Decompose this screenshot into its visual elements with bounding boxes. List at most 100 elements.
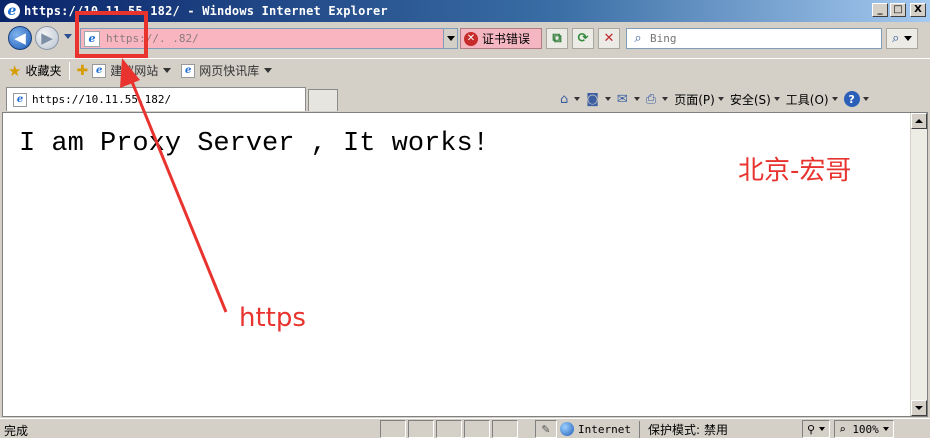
author-watermark: 北京-宏哥 [738,156,852,186]
annotation-label: https [239,303,306,333]
safety-menu[interactable]: 安全(S) [730,91,780,108]
help-icon: ? [843,91,860,107]
search-button[interactable]: ⌕ [886,28,918,49]
status-right: ⚲ ⌕ 100% [802,420,898,438]
search-icon: ⌕ [892,31,900,46]
home-icon: ⌂ [560,91,569,107]
certificate-error-button[interactable]: ✕ 证书错误 [460,28,542,49]
recent-pages-dropdown-icon[interactable] [64,34,72,39]
zoom-icon: ⌕ [839,422,853,436]
chevron-down-icon [574,97,581,101]
new-tab-button[interactable] [308,89,338,111]
ie-logo-icon: e [4,3,20,19]
tab-row: e https://10.11.55.182/ ⌂ ◙ ✉ ⎙ 页面(P) 安全… [0,86,930,112]
window-controls: _ □ X [872,3,926,17]
print-button[interactable]: ⎙ [645,91,669,107]
tab-current[interactable]: e https://10.11.55.182/ [6,87,306,111]
status-segment [436,420,462,438]
address-bar[interactable]: e https://. .82/ [80,28,458,49]
scroll-down-button[interactable] [911,400,927,416]
back-button[interactable]: ◀ [8,26,32,50]
chevron-down-icon [831,97,838,101]
command-bar: ⌂ ◙ ✉ ⎙ 页面(P) 安全(S) 工具(O) ? [560,88,869,110]
page-body-text: I am Proxy Server , It works! [19,129,489,159]
favorites-bar: ★ 收藏夹 ✚ e 建议网站 e 网页快讯库 [0,58,930,82]
maximize-button[interactable]: □ [890,3,906,17]
status-segment [492,420,518,438]
chevron-down-icon [773,97,780,101]
status-segment [408,420,434,438]
printer-icon: ⎙ [645,91,657,107]
close-button[interactable]: X [910,3,926,17]
feeds-button[interactable]: ◙ [586,92,611,107]
search-input[interactable] [650,32,870,45]
pin-icon: ⚲ [807,422,816,436]
status-segments [380,420,520,438]
favorites-star-icon: ★ [8,61,22,80]
page-status-button[interactable]: ⚲ [802,420,831,438]
favorites-item-suggested-sites[interactable]: e 建议网站 [92,62,172,79]
chevron-down-icon [446,36,455,41]
security-status-icon[interactable]: ✎ [535,420,557,438]
compatibility-view-button[interactable]: ⧉ [546,28,568,49]
chevron-down-icon [163,68,172,73]
chevron-down-icon [819,427,826,431]
address-url[interactable]: https://. .82/ [106,32,199,45]
address-toolbar: ◀ ▶ e https://. .82/ ✕ 证书错误 ⧉ ⟳ ✕ ⌕ ⌕ [0,22,930,54]
page-menu[interactable]: 页面(P) [674,91,724,108]
ie-page-icon: e [13,92,27,107]
status-bar: 完成 ✎ Internet 保护模式: 禁用 ⚲ ⌕ 100% [0,418,930,438]
mail-button[interactable]: ✉ [617,92,640,107]
search-provider-icon: ⌕ [634,31,642,46]
tools-menu[interactable]: 工具(O) [786,91,838,108]
zoom-button[interactable]: ⌕ 100% [834,420,894,438]
scroll-up-button[interactable] [911,113,927,129]
tools-menu-label: 工具(O) [785,92,829,107]
mail-icon: ✉ [616,91,628,107]
refresh-button[interactable]: ⟳ [572,28,594,49]
rss-feed-icon: ◙ [586,91,599,107]
page-icon: e [84,30,100,47]
chevron-down-icon [264,68,273,73]
chevron-down-icon [604,97,611,101]
favorites-item-web-slice-gallery[interactable]: e 网页快讯库 [181,62,273,79]
title-bar: e https://10.11.55.182/ - Windows Intern… [0,0,930,22]
status-segment [464,420,490,438]
zone-label: Internet [578,422,631,436]
status-segment [380,420,406,438]
favorites-item-label: 网页快讯库 [199,64,260,78]
chevron-down-icon [862,97,869,101]
status-text: 完成 [4,424,29,438]
safety-menu-label: 安全(S) [729,92,771,107]
zoom-level: 100% [852,422,879,436]
forward-button[interactable]: ▶ [35,26,59,50]
stop-button[interactable]: ✕ [598,28,620,49]
arrow-up-icon [915,119,923,123]
protected-mode-value: 禁用 [704,422,729,437]
page-viewport: I am Proxy Server , It works! 北京-宏哥 http… [2,112,928,417]
certificate-error-label: 证书错误 [482,32,531,46]
ie-page-icon: e [92,63,107,78]
help-button[interactable]: ? [843,91,869,107]
address-dropdown-button[interactable] [443,29,457,48]
shield-error-icon: ✕ [464,31,478,46]
add-to-favorites-icon[interactable]: ✚ [76,63,88,79]
tab-label: https://10.11.55.182/ [32,93,172,106]
chevron-down-icon [633,97,640,101]
search-options-icon[interactable] [903,36,912,41]
chevron-down-icon [717,97,724,101]
page-content: I am Proxy Server , It works! 北京-宏哥 http… [3,113,911,416]
favorites-separator [69,61,71,80]
page-menu-label: 页面(P) [674,92,715,107]
search-box[interactable]: ⌕ [626,28,882,49]
favorites-button[interactable]: 收藏夹 [25,62,61,79]
chevron-down-icon [662,97,669,101]
favorites-item-label: 建议网站 [110,64,159,78]
ie-page-icon: e [181,63,196,78]
minimize-button[interactable]: _ [872,3,888,17]
globe-icon [560,422,574,436]
chevron-down-icon [882,427,889,431]
security-zone[interactable]: Internet 保护模式: 禁用 [560,420,728,438]
home-button[interactable]: ⌂ [560,91,581,107]
vertical-scrollbar[interactable] [910,113,927,416]
